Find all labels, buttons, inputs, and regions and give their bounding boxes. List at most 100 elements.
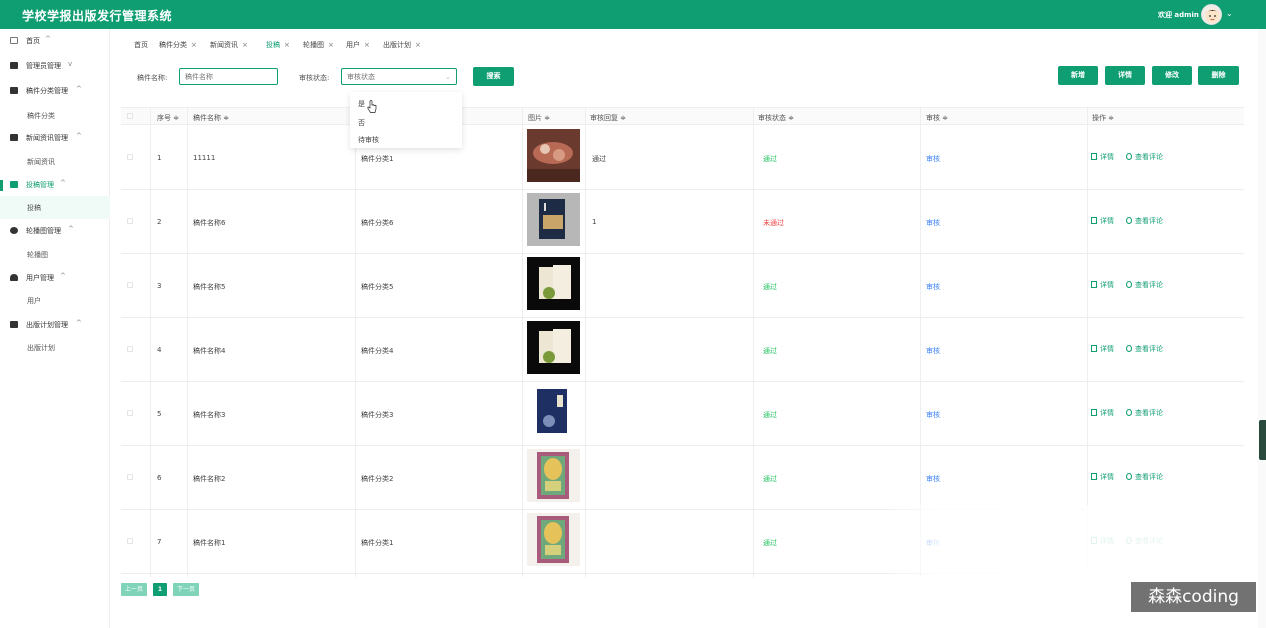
header-audit[interactable]: 审核 ≑: [926, 113, 948, 123]
header-name[interactable]: 稿件名称 ≑: [193, 113, 229, 123]
cover-image[interactable]: [527, 257, 580, 310]
table-row[interactable]: 4 稿件名称4 稿件分类4 通过 审核 详情 查看评论: [121, 318, 1244, 382]
detail-button[interactable]: 详情: [1105, 66, 1145, 85]
chevron-up-icon: ^: [76, 319, 82, 327]
status-option-pending[interactable]: 待审核: [358, 135, 379, 145]
close-icon[interactable]: ×: [415, 41, 421, 49]
sidebar-item-news[interactable]: 新闻资讯管理 ^: [0, 126, 110, 149]
row-checkbox[interactable]: [127, 538, 133, 544]
next-page-button[interactable]: 下一页: [173, 583, 199, 596]
tab-user[interactable]: 用户 ×: [346, 40, 370, 50]
tab-submission[interactable]: 投稿 ×: [266, 40, 290, 50]
sort-icon: ≑: [788, 114, 795, 122]
status-filter-select[interactable]: [341, 68, 457, 85]
row-checkbox[interactable]: [127, 410, 133, 416]
chevron-down-icon: v: [68, 60, 73, 68]
row-checkbox[interactable]: [127, 346, 133, 352]
cell-no: 3: [157, 282, 162, 290]
detail-link[interactable]: 详情: [1091, 344, 1114, 354]
row-checkbox[interactable]: [127, 474, 133, 480]
sidebar-subitem-user[interactable]: 用户: [0, 289, 110, 312]
detail-link[interactable]: 详情: [1091, 472, 1114, 482]
view-comments-link[interactable]: 查看评论: [1126, 408, 1163, 418]
cover-image[interactable]: [527, 513, 580, 566]
table-row[interactable]: 1 11111 稿件分类1 通过 通过 审核 详情 查看评论: [121, 126, 1244, 190]
audit-link[interactable]: 审核: [926, 410, 940, 420]
sidebar-item-category[interactable]: 稿件分类管理 ^: [0, 79, 110, 102]
sidebar-subitem-carousel[interactable]: 轮播图: [0, 243, 110, 266]
sidebar-subitem-news[interactable]: 新闻资讯: [0, 150, 110, 173]
row-checkbox[interactable]: [127, 218, 133, 224]
audit-link[interactable]: 审核: [926, 474, 940, 484]
detail-link[interactable]: 详情: [1091, 280, 1114, 290]
delete-button[interactable]: 删除: [1198, 66, 1239, 85]
status-option-yes[interactable]: 是: [358, 99, 365, 109]
sidebar-subitem-plan[interactable]: 出版计划: [0, 336, 110, 359]
header-operation[interactable]: 操作 ≑: [1092, 113, 1114, 123]
header-no[interactable]: 序号 ≑: [157, 113, 179, 123]
status-option-no[interactable]: 否: [358, 118, 365, 128]
column-divider: [150, 107, 151, 577]
sidebar-item-carousel[interactable]: 轮播图管理 ^: [0, 219, 110, 242]
row-checkbox[interactable]: [127, 154, 133, 160]
table-row[interactable]: 3 稿件名称5 稿件分类5 通过 审核 详情 查看评论: [121, 254, 1244, 318]
sidebar: 首页 ^ 管理员管理 v 稿件分类管理 ^ 稿件分类 新闻资讯管理 ^ 新闻资讯…: [0, 29, 110, 628]
audit-link[interactable]: 审核: [926, 346, 940, 356]
view-comments-link[interactable]: 查看评论: [1126, 216, 1163, 226]
close-icon[interactable]: ×: [284, 41, 290, 49]
sidebar-subitem-category[interactable]: 稿件分类: [0, 104, 110, 127]
close-icon[interactable]: ×: [191, 41, 197, 49]
detail-link[interactable]: 详情: [1091, 152, 1114, 162]
close-icon[interactable]: ×: [328, 41, 334, 49]
close-icon[interactable]: ×: [242, 41, 248, 49]
avatar[interactable]: [1201, 4, 1222, 25]
tab-plan[interactable]: 出版计划 ×: [383, 40, 421, 50]
edit-button[interactable]: 修改: [1152, 66, 1192, 85]
prev-page-button[interactable]: 上一页: [121, 583, 147, 596]
sidebar-item-submission[interactable]: 投稿管理 ^: [0, 173, 110, 196]
header-status[interactable]: 审核状态 ≑: [758, 113, 794, 123]
sidebar-item-plan[interactable]: 出版计划管理 ^: [0, 313, 110, 336]
add-button[interactable]: 新增: [1058, 66, 1098, 85]
close-icon[interactable]: ×: [364, 41, 370, 49]
view-comments-link[interactable]: 查看评论: [1126, 472, 1163, 482]
header-reply[interactable]: 审核回复 ≑: [590, 113, 626, 123]
chevron-down-icon[interactable]: ⌄: [1226, 9, 1233, 18]
table-row[interactable]: 5 稿件名称3 稿件分类3 通过 审核 详情 查看评论: [121, 382, 1244, 446]
sidebar-item-home[interactable]: 首页 ^: [0, 29, 110, 52]
tab-category[interactable]: 稿件分类 ×: [159, 40, 197, 50]
detail-link[interactable]: 详情: [1091, 408, 1114, 418]
view-comments-link[interactable]: 查看评论: [1126, 280, 1163, 290]
tab-home[interactable]: 首页: [134, 40, 148, 50]
name-filter-input[interactable]: [179, 68, 278, 85]
audit-link[interactable]: 审核: [926, 282, 940, 292]
chart-icon: [10, 134, 18, 141]
sidebar-item-user[interactable]: 用户管理 ^: [0, 266, 110, 289]
audit-link[interactable]: 审核: [926, 154, 940, 164]
search-button[interactable]: 搜索: [473, 67, 514, 86]
header-image[interactable]: 图片 ≑: [528, 113, 550, 123]
table-row[interactable]: 2 稿件名称6 稿件分类6 1 未通过 审核 详情 查看评论: [121, 190, 1244, 254]
grid-icon: [10, 87, 18, 94]
row-checkbox[interactable]: [127, 282, 133, 288]
view-comments-link[interactable]: 查看评论: [1126, 344, 1163, 354]
sidebar-subitem-submission[interactable]: 投稿: [0, 196, 110, 219]
cover-image[interactable]: [527, 129, 580, 182]
sidebar-item-admin[interactable]: 管理员管理 v: [0, 54, 110, 77]
document-icon: [1091, 217, 1097, 224]
cover-image[interactable]: [527, 385, 580, 438]
sidebar-subitem-label: 稿件分类: [27, 112, 55, 120]
audit-link[interactable]: 审核: [926, 218, 940, 228]
tab-news[interactable]: 新闻资讯 ×: [210, 40, 248, 50]
scrollbar[interactable]: [1258, 29, 1266, 628]
page-1-button[interactable]: 1: [153, 583, 167, 596]
table-row[interactable]: 6 稿件名称2 稿件分类2 通过 审核 详情 查看评论: [121, 446, 1244, 510]
cover-image[interactable]: [527, 321, 580, 374]
select-all-checkbox[interactable]: [127, 113, 133, 119]
cover-image[interactable]: [527, 193, 580, 246]
cover-image[interactable]: [527, 449, 580, 502]
tab-carousel[interactable]: 轮播图 ×: [303, 40, 334, 50]
view-comments-link[interactable]: 查看评论: [1126, 152, 1163, 162]
side-widget[interactable]: [1259, 420, 1266, 460]
detail-link[interactable]: 详情: [1091, 216, 1114, 226]
